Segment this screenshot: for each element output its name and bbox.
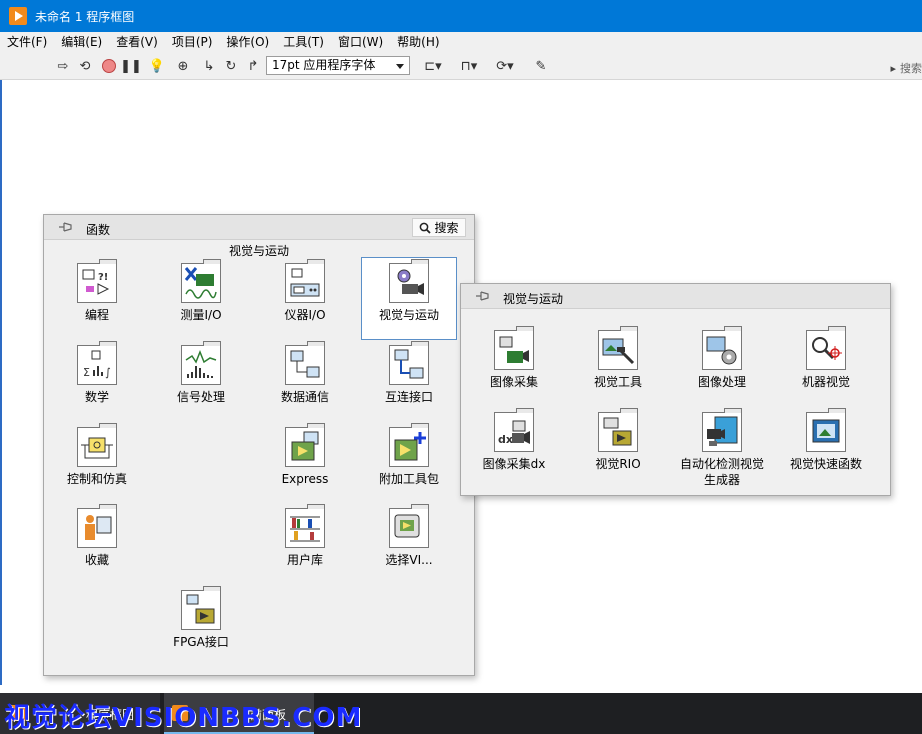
run-arrow-icon[interactable]: ⇨ [54,57,72,75]
palette-item-user-libraries[interactable]: 用户库 [255,504,355,568]
programming-icon: ?! [77,259,117,303]
select-vi-icon [389,504,429,548]
site-watermark: 视觉论坛VISIONBBS.COM [4,703,363,733]
fpga-interface-icon [181,586,221,630]
subpalette-item-image-processing[interactable]: 图像处理 [672,326,772,390]
menu-project[interactable]: 项目(P) [165,32,220,52]
data-communication-icon [285,341,325,385]
subpalette-item-image-acquisition[interactable]: 图像采集 [464,326,564,390]
palette-item-express[interactable]: Express [255,423,355,487]
math-icon: Σ ∫ [77,341,117,385]
subpalette-item-machine-vision[interactable]: 机器视觉 [776,326,876,390]
menu-view[interactable]: 查看(V) [109,32,165,52]
svg-text:Σ: Σ [83,366,90,379]
svg-text:?!: ?! [98,272,108,283]
distribute-objects-icon[interactable]: ⊓▾ [456,57,482,75]
menu-help[interactable]: 帮助(H) [390,32,446,52]
menu-operate[interactable]: 操作(O) [219,32,276,52]
palette-item-signal-processing[interactable]: 信号处理 [151,341,251,405]
connectivity-icon [389,341,429,385]
svg-text:∫: ∫ [105,366,111,379]
palette-item-instrument-io[interactable]: 仪器I/O [255,259,355,323]
step-into-icon[interactable]: ↳ [200,57,218,75]
chevron-down-icon [396,64,404,69]
step-out-icon[interactable]: ↱ [244,57,262,75]
subpalette-title: 视觉与运动 [503,292,564,306]
pin-icon[interactable] [58,221,74,233]
retain-wire-values-icon[interactable]: ⊕ [174,57,192,75]
menu-window[interactable]: 窗口(W) [331,32,390,52]
highlight-execution-icon[interactable]: 💡 [148,57,166,75]
chevron-right-icon: ▸ [890,62,896,75]
run-continuously-icon[interactable]: ⟲ [76,57,94,75]
window-title: 未命名 1 程序框图 [35,9,135,24]
pin-icon[interactable] [475,290,491,302]
signal-processing-icon [181,341,221,385]
addons-icon [389,423,429,467]
menu-file[interactable]: 文件(F) [0,32,54,52]
palette-title: 函数 [86,223,111,237]
control-simulation-icon [77,423,117,467]
express-icon [285,423,325,467]
vision-express-icon [806,408,846,452]
palette-item-favorites[interactable]: 收藏 [47,504,147,568]
palette-search-button[interactable]: 搜索 [412,218,466,237]
subpalette-item-vision-express[interactable]: 视觉快速函数 [776,408,876,472]
palette-item-connectivity[interactable]: 互连接口 [359,341,459,405]
title-bar[interactable]: 未命名 1 程序框图 [0,0,922,32]
functions-palette[interactable]: 函数 搜索 视觉与运动 ?! 编程 测量I/O 仪器I/O 视觉与运动 Σ ∫ … [43,214,475,676]
vision-motion-palette[interactable]: 视觉与运动 图像采集 视觉工具 图像处理 机器视觉 dx 图像采集dx 视觉RI… [460,283,891,496]
palette-item-math[interactable]: Σ ∫ 数学 [47,341,147,405]
cleanup-diagram-icon[interactable]: ✎ [530,57,552,75]
vision-builder-ai-icon [702,408,742,452]
palette-item-control-simulation[interactable]: 控制和仿真 [47,423,147,487]
palette-item-vision-motion[interactable]: 视觉与运动 [361,257,457,340]
subpalette-item-vision-builder-ai[interactable]: 自动化检测视觉生成器 [672,408,772,488]
labview-app-icon [9,7,27,25]
palette-category-heading: 视觉与运动 [228,244,289,258]
svg-text:dx: dx [498,433,513,446]
menu-bar: 文件(F) 编辑(E) 查看(V) 项目(P) 操作(O) 工具(T) 窗口(W… [0,32,922,52]
pause-icon[interactable]: ❚❚ [120,57,142,75]
palette-item-measurement-io[interactable]: 测量I/O [151,259,251,323]
favorites-icon [77,504,117,548]
reorder-icon[interactable]: ⟳▾ [492,57,518,75]
palette-item-fpga-interface[interactable]: FPGA接口 [151,586,251,650]
palette-item-programming[interactable]: ?! 编程 [47,259,147,323]
image-acquisition-icon [494,326,534,370]
palette-item-select-vi[interactable]: 选择VI... [359,504,459,568]
search-icon [420,222,432,234]
abort-icon[interactable] [100,57,118,75]
toolbar-search[interactable]: ▸ 搜索 [890,60,922,76]
subpalette-header[interactable]: 视觉与运动 [461,284,890,309]
image-acquisition-dx-icon: dx [494,408,534,452]
subpalette-item-image-acquisition-dx[interactable]: dx 图像采集dx [464,408,564,472]
palette-header[interactable]: 函数 搜索 [44,215,474,240]
step-over-icon[interactable]: ↻ [222,57,240,75]
subpalette-item-vision-rio[interactable]: 视觉RIO [568,408,668,472]
menu-edit[interactable]: 编辑(E) [54,32,109,52]
align-objects-icon[interactable]: ⊏▾ [420,57,446,75]
block-diagram-edge [0,80,2,685]
user-libraries-icon [285,504,325,548]
palette-item-data-communication[interactable]: 数据通信 [255,341,355,405]
image-processing-icon [702,326,742,370]
vision-motion-icon [389,259,429,303]
font-select[interactable]: 17pt 应用程序字体 [266,56,410,75]
palette-item-addons[interactable]: 附加工具包 [359,423,459,487]
vision-utilities-icon [598,326,638,370]
subpalette-item-vision-utilities[interactable]: 视觉工具 [568,326,668,390]
toolbar: ⇨ ⟲ ❚❚ 💡 ⊕ ↳ ↻ ↱ 17pt 应用程序字体 ⊏▾ ⊓▾ ⟳▾ ✎ … [0,52,922,80]
measurement-io-icon [181,259,221,303]
menu-tools[interactable]: 工具(T) [276,32,331,52]
vision-rio-icon [598,408,638,452]
machine-vision-icon [806,326,846,370]
instrument-io-icon [285,259,325,303]
